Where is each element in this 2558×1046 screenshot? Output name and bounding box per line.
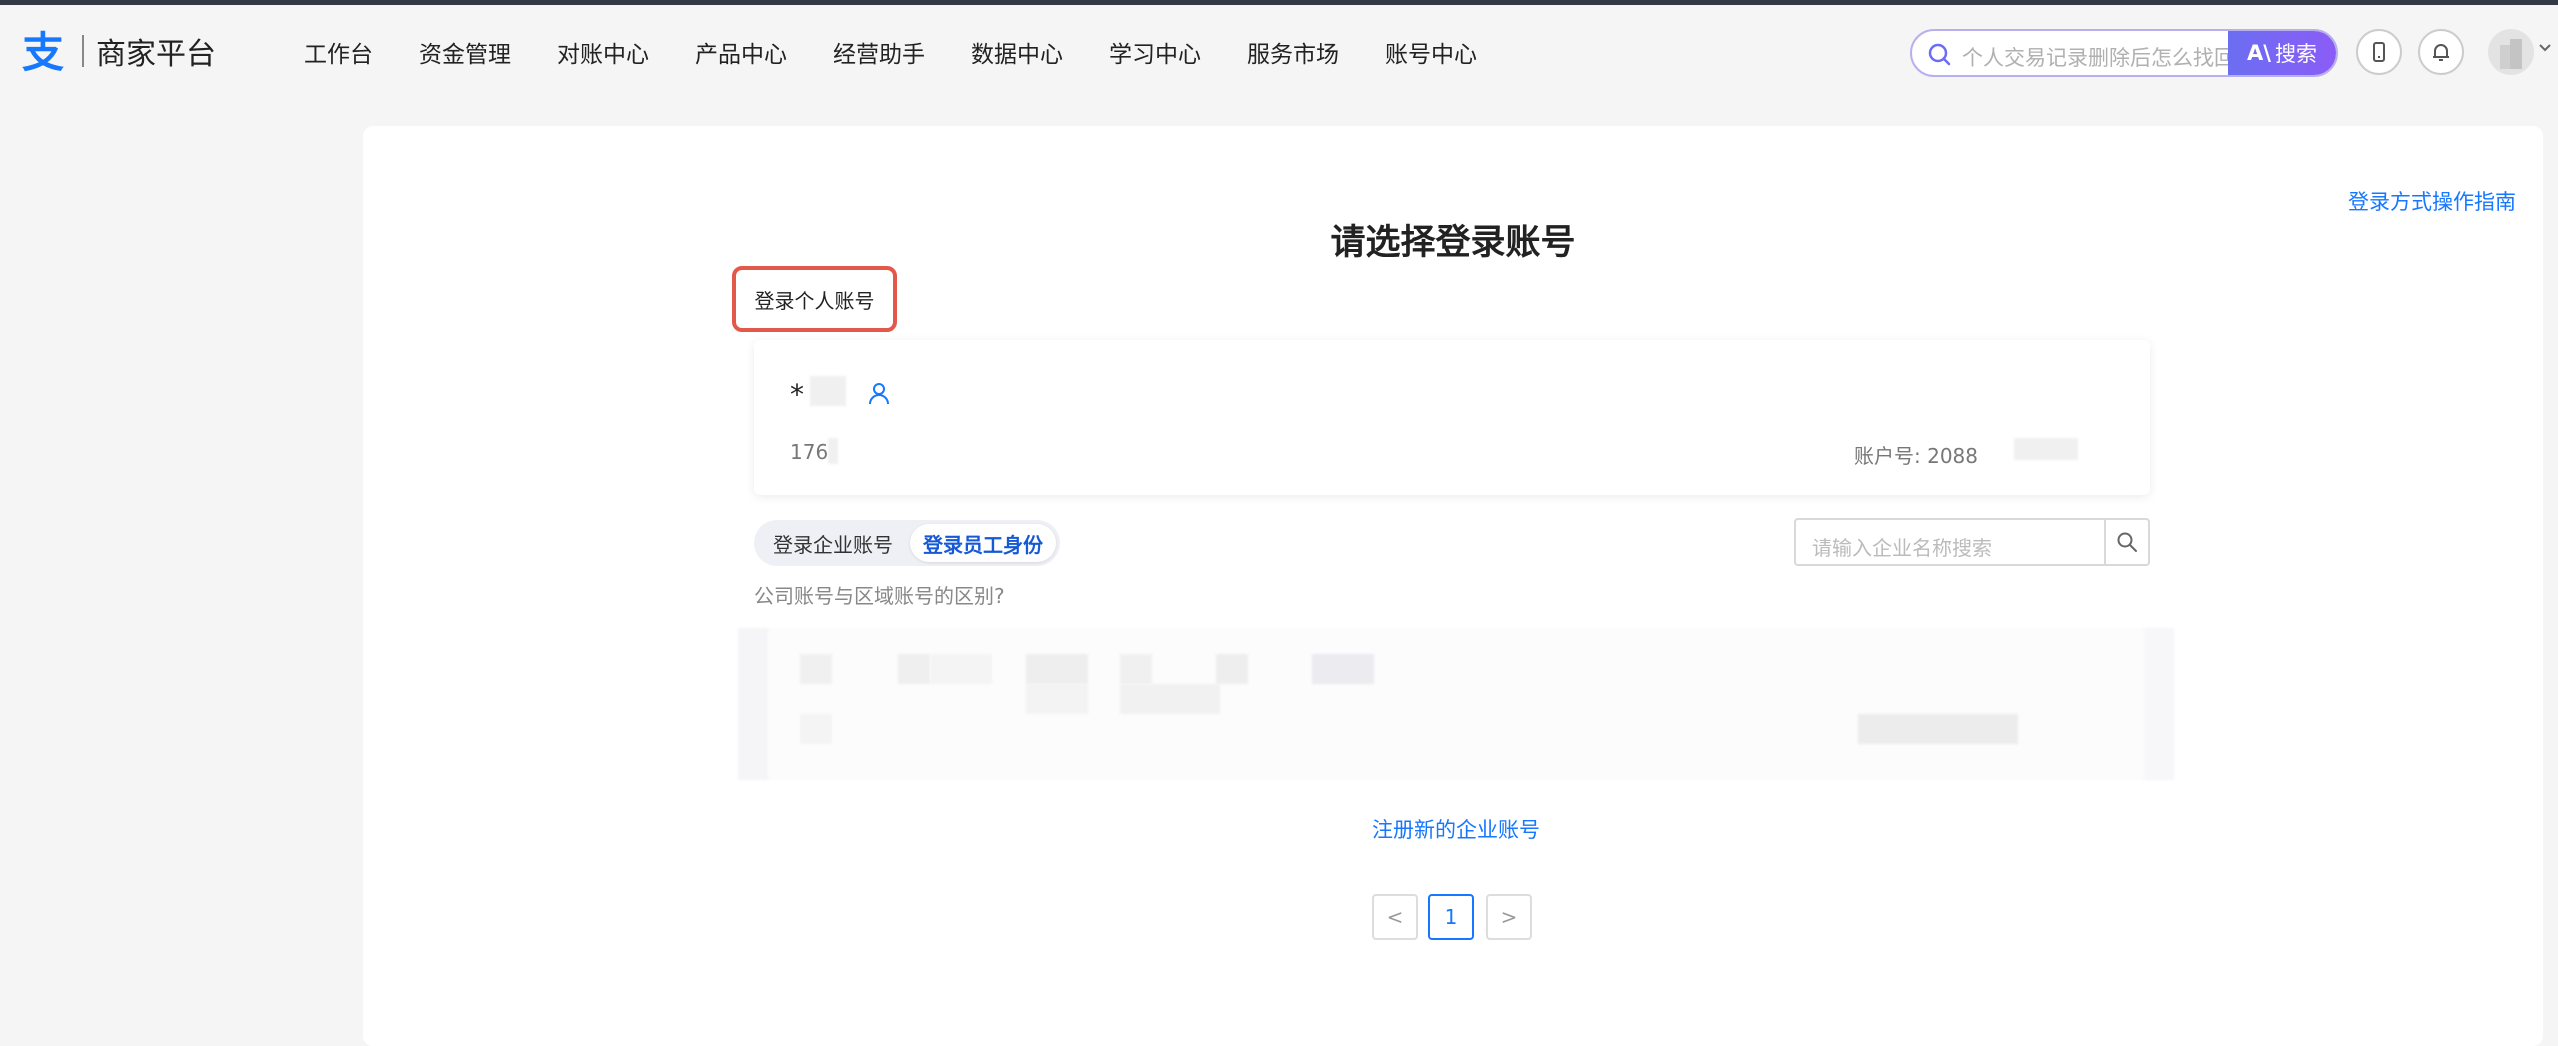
masked-text	[1026, 684, 1088, 714]
nav-item-learning[interactable]: 学习中心	[1109, 35, 1201, 69]
notification-button[interactable]	[2418, 29, 2464, 75]
nav-item-workbench[interactable]: 工作台	[304, 35, 373, 69]
bell-icon	[2433, 44, 2449, 61]
masked-text	[1216, 654, 1248, 684]
masked-text	[1312, 654, 1374, 684]
search-icon	[2117, 532, 2137, 552]
nav-item-reconciliation[interactable]: 对账中心	[557, 35, 649, 69]
masked-text	[1120, 684, 1220, 714]
enterprise-search[interactable]: 请输入企业名称搜索	[1794, 518, 2150, 566]
mobile-button[interactable]	[2356, 29, 2402, 75]
nav-item-funds[interactable]: 资金管理	[419, 35, 511, 69]
ai-search-button[interactable]: A\ 搜索	[2228, 31, 2336, 75]
search-button-label: 搜索	[2274, 42, 2317, 66]
masked-text	[1120, 654, 1152, 684]
masked-edge-right	[2144, 628, 2174, 780]
masked-text	[800, 654, 832, 684]
masked-text	[800, 714, 832, 744]
header: 支 商家平台 工作台 资金管理 对账中心 产品中心 经营助手 数据中心 学习中心…	[0, 5, 2558, 95]
tab-employee-identity[interactable]: 登录员工身份	[910, 524, 1056, 562]
search-icon	[1928, 43, 1951, 66]
enterprise-search-button[interactable]	[2104, 520, 2148, 564]
masked-account-number	[1858, 714, 2018, 744]
account-difference-link[interactable]: 公司账号与区域账号的区别?	[754, 580, 1005, 609]
nav-item-business-assistant[interactable]: 经营助手	[833, 35, 925, 69]
ai-mark: A\	[2247, 41, 2271, 65]
logo-divider	[82, 35, 84, 67]
building-icon	[2500, 39, 2522, 69]
pagination-page-1[interactable]: 1	[1428, 894, 1474, 940]
masked-text	[1026, 654, 1088, 684]
nav-item-account[interactable]: 账号中心	[1385, 35, 1477, 69]
enterprise-search-input[interactable]: 请输入企业名称搜索	[1812, 532, 1992, 561]
masked-account-number	[2014, 438, 2078, 460]
account-number: 账户号: 2088	[1854, 444, 1978, 468]
pagination-prev-button[interactable]: <	[1372, 894, 1418, 940]
search-input[interactable]: 个人交易记录删除后怎么找回	[1962, 42, 2232, 72]
masked-edge-left	[738, 628, 768, 780]
account-type-switch: 登录企业账号 登录员工身份	[754, 520, 1060, 566]
nav-item-data[interactable]: 数据中心	[971, 35, 1063, 69]
login-guide-link[interactable]: 登录方式操作指南	[2348, 186, 2516, 216]
page-title: 请选择登录账号	[1330, 223, 1576, 263]
account-name: *	[790, 378, 804, 411]
chevron-down-icon[interactable]	[2536, 39, 2554, 57]
pagination-next-button[interactable]: >	[1486, 894, 1532, 940]
tab-enterprise-account[interactable]: 登录企业账号	[758, 524, 908, 562]
nav-item-products[interactable]: 产品中心	[695, 35, 787, 69]
nav-item-service-market[interactable]: 服务市场	[1247, 35, 1339, 69]
avatar[interactable]	[2488, 29, 2534, 75]
brand-name: 商家平台	[96, 37, 216, 72]
svg-text:支: 支	[22, 28, 64, 75]
register-enterprise-link[interactable]: 注册新的企业账号	[1372, 814, 1540, 844]
masked-text	[898, 654, 930, 684]
account-phone: 176	[790, 440, 829, 464]
masked-phone	[828, 438, 838, 464]
enterprise-account-item[interactable]	[738, 628, 2174, 780]
personal-account-tab[interactable]: 登录个人账号	[732, 266, 897, 332]
user-icon	[869, 383, 889, 405]
main-nav: 工作台 资金管理 对账中心 产品中心 经营助手 数据中心 学习中心 服务市场 账…	[304, 35, 1523, 69]
personal-account-card[interactable]: * 176 账户号: 2088	[754, 340, 2150, 495]
global-search[interactable]: 个人交易记录删除后怎么找回 A\ 搜索	[1910, 29, 2338, 77]
logo[interactable]: 支 商家平台	[20, 27, 216, 75]
mobile-icon	[2373, 42, 2385, 62]
masked-text	[930, 654, 992, 684]
alipay-logo-icon: 支	[22, 28, 64, 75]
masked-name	[810, 376, 846, 406]
